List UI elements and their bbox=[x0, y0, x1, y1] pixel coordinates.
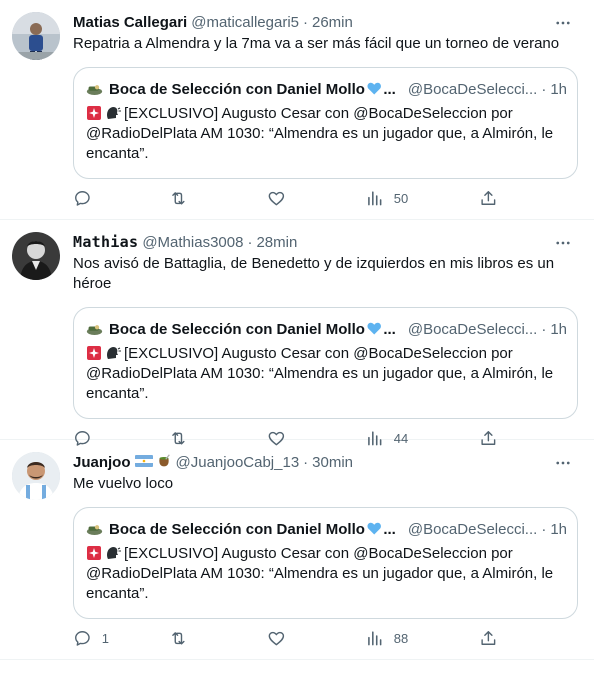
quoted-author-name: Boca de Selección con Daniel Mollo bbox=[109, 320, 365, 338]
timestamp[interactable]: 30min bbox=[312, 454, 353, 471]
siren-emoji bbox=[87, 106, 101, 120]
quoted-timestamp: 1h bbox=[550, 80, 567, 98]
siren-emoji bbox=[87, 346, 101, 360]
retweet-icon bbox=[172, 192, 185, 205]
retweet-button[interactable] bbox=[169, 189, 198, 208]
tweet[interactable]: Juanjoo @JuanjooCabj_13 · 30min Me vuelv… bbox=[0, 440, 594, 660]
reply-count: 1 bbox=[101, 630, 109, 646]
reply-button[interactable] bbox=[73, 189, 102, 208]
speaking-head-emoji bbox=[107, 547, 121, 559]
more-icon[interactable] bbox=[554, 14, 572, 32]
quoted-text: [EXCLUSIVO] Augusto Cesar con @BocaDeSel… bbox=[86, 105, 554, 162]
separator-dot: · bbox=[247, 233, 253, 251]
author-name[interactable]: Matias Callegari bbox=[73, 14, 187, 31]
action-bar: 1 88 bbox=[73, 629, 578, 649]
reply-button[interactable]: 1 bbox=[73, 629, 109, 648]
name-ellipsis: ... bbox=[383, 320, 396, 338]
views-icon bbox=[368, 191, 382, 206]
more-icon[interactable] bbox=[554, 234, 572, 252]
blue-heart-emoji bbox=[367, 82, 381, 95]
quoted-tweet[interactable]: Boca de Selección con Daniel Mollo ... @… bbox=[73, 307, 578, 419]
quoted-text-block: [EXCLUSIVO] Augusto Cesar con @BocaDeSel… bbox=[86, 544, 565, 604]
author-handle[interactable]: @Mathias3008 bbox=[142, 234, 243, 251]
views-icon bbox=[368, 631, 382, 646]
separator-dot: · bbox=[541, 320, 547, 338]
views-count: 88 bbox=[393, 630, 409, 646]
name-ellipsis: ... bbox=[383, 520, 396, 538]
author-handle[interactable]: @maticallegari5 bbox=[191, 14, 299, 31]
tweet-text: Me vuelvo loco bbox=[73, 475, 174, 492]
share-icon bbox=[481, 191, 496, 205]
quoted-text: [EXCLUSIVO] Augusto Cesar con @BocaDeSel… bbox=[86, 345, 554, 402]
quoted-text-block: [EXCLUSIVO] Augusto Cesar con @BocaDeSel… bbox=[86, 344, 565, 404]
author-name[interactable]: Juanjoo bbox=[73, 454, 131, 471]
quoted-author-name: Boca de Selección con Daniel Mollo bbox=[109, 80, 365, 98]
more-icon[interactable] bbox=[554, 454, 572, 472]
share-button[interactable] bbox=[479, 189, 498, 208]
quoted-author-handle: @BocaDeSelecci... bbox=[407, 320, 538, 338]
reply-icon bbox=[75, 191, 90, 206]
avatar-image bbox=[12, 232, 60, 280]
timestamp[interactable]: 26min bbox=[312, 14, 353, 31]
separator-dot: · bbox=[303, 453, 309, 471]
share-icon bbox=[481, 631, 496, 645]
views-button[interactable]: 50 bbox=[365, 189, 408, 208]
like-icon bbox=[268, 631, 285, 646]
avatar[interactable] bbox=[12, 12, 60, 60]
timestamp[interactable]: 28min bbox=[256, 234, 297, 251]
like-icon bbox=[268, 191, 285, 206]
retweet-button[interactable] bbox=[169, 629, 198, 648]
mate-emoji bbox=[158, 454, 170, 467]
avatar[interactable] bbox=[12, 232, 60, 280]
separator-dot: · bbox=[541, 80, 547, 98]
argentina-flag-emoji bbox=[134, 455, 153, 467]
speaking-head-emoji bbox=[107, 107, 121, 119]
views-count: 50 bbox=[393, 190, 409, 206]
quoted-text-block: [EXCLUSIVO] Augusto Cesar con @BocaDeSel… bbox=[86, 104, 565, 164]
quoted-tweet[interactable]: Boca de Selección con Daniel Mollo ... @… bbox=[73, 507, 578, 619]
quoted-author-handle: @BocaDeSelecci... bbox=[407, 520, 538, 538]
like-button[interactable] bbox=[267, 629, 296, 648]
quoted-text: [EXCLUSIVO] Augusto Cesar con @BocaDeSel… bbox=[86, 545, 554, 602]
tweet[interactable]: Mathias @Mathias3008 · 28min Nos avisó d… bbox=[0, 220, 594, 446]
share-button[interactable] bbox=[479, 629, 498, 648]
name-ellipsis: ... bbox=[383, 80, 396, 98]
quoted-timestamp: 1h bbox=[550, 320, 567, 338]
quoted-avatar bbox=[86, 325, 103, 335]
separator-dot: · bbox=[541, 520, 547, 538]
reply-icon bbox=[75, 631, 90, 646]
like-button[interactable] bbox=[267, 189, 296, 208]
quoted-avatar bbox=[86, 85, 103, 95]
quoted-author-handle: @BocaDeSelecci... bbox=[407, 80, 538, 98]
tweet-text: Nos avisó de Battaglia, de Benedetto y d… bbox=[73, 255, 555, 292]
avatar-image bbox=[12, 452, 60, 500]
avatar[interactable] bbox=[12, 452, 60, 500]
author-name[interactable]: Mathias bbox=[73, 233, 138, 251]
quoted-avatar bbox=[86, 525, 103, 535]
tweet-text: Repatria a Almendra y la 7ma va a ser má… bbox=[73, 35, 560, 52]
avatar-image bbox=[12, 12, 60, 60]
action-bar: 50 bbox=[73, 189, 578, 209]
quoted-timestamp: 1h bbox=[550, 520, 567, 538]
author-handle[interactable]: @JuanjooCabj_13 bbox=[176, 454, 300, 471]
blue-heart-emoji bbox=[367, 322, 381, 335]
retweet-icon bbox=[172, 632, 185, 645]
separator-dot: · bbox=[303, 13, 308, 31]
views-button[interactable]: 88 bbox=[365, 629, 408, 648]
blue-heart-emoji bbox=[367, 522, 381, 535]
speaking-head-emoji bbox=[107, 347, 121, 359]
quoted-tweet[interactable]: Boca de Selección con Daniel Mollo ... @… bbox=[73, 67, 578, 179]
quoted-author-name: Boca de Selección con Daniel Mollo bbox=[109, 520, 365, 538]
tweet[interactable]: Matias Callegari @maticallegari5 · 26min… bbox=[0, 0, 594, 220]
siren-emoji bbox=[87, 546, 101, 560]
